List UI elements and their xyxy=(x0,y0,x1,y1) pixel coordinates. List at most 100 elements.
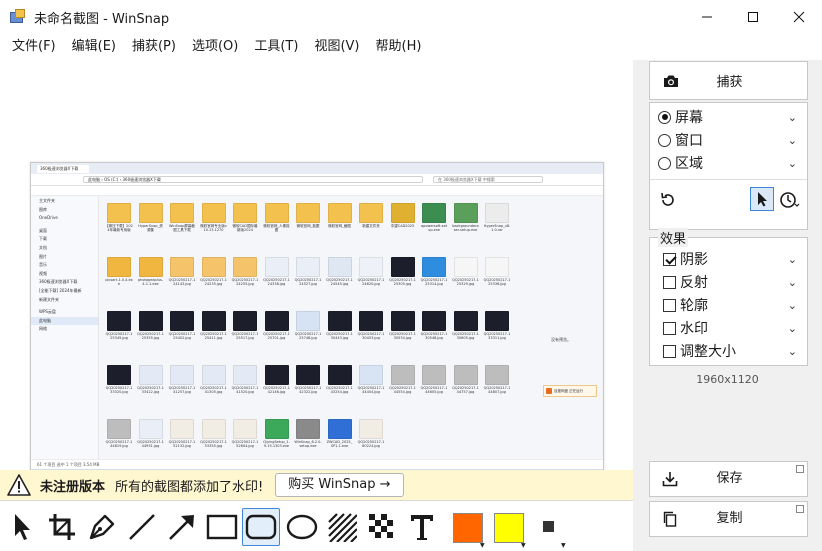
menu-tools[interactable]: 工具(T) xyxy=(246,34,306,60)
effect-resize[interactable]: 调整大小 xyxy=(663,340,736,362)
preview-file-thumbnail xyxy=(390,365,415,385)
mode-region[interactable]: 区域 xyxy=(658,152,703,174)
copy-options-toggle[interactable] xyxy=(796,505,804,513)
preview-file-thumbnail xyxy=(359,311,383,331)
rectangle-tool-button[interactable] xyxy=(203,508,241,546)
preview-file-name: QQ20250217-141257.jpg xyxy=(168,386,196,394)
pointer-tool-button[interactable] xyxy=(3,508,41,546)
pen-icon xyxy=(89,514,115,540)
effect-shadow-checkbox[interactable] xyxy=(663,252,676,266)
menu-options[interactable]: 选项(O) xyxy=(184,34,246,60)
rounded-rectangle-tool-button[interactable] xyxy=(242,508,280,546)
arrow-tool-button[interactable] xyxy=(163,508,201,546)
chevron-down-icon[interactable]: ⌄ xyxy=(788,276,797,289)
chevron-down-icon[interactable]: ⌄ xyxy=(788,111,797,124)
chevron-down-icon[interactable]: ⌄ xyxy=(788,299,797,312)
effect-reflection[interactable]: 反射 xyxy=(663,271,708,293)
preview-file-name: 新建文件夹 xyxy=(362,224,380,228)
preview-file-thumbnail xyxy=(264,311,289,331)
menu-help[interactable]: 帮助(H) xyxy=(368,34,430,60)
secondary-color-swatch[interactable] xyxy=(494,513,524,543)
menu-edit[interactable]: 编辑(E) xyxy=(64,34,124,60)
preview-sidebar-item: 360极速浏览器X下载 xyxy=(39,279,78,285)
preview-file-item: QQ20250217-144757.jpg xyxy=(452,365,480,398)
mode-window-radio[interactable] xyxy=(658,133,671,147)
menu-view[interactable]: 视图(V) xyxy=(306,34,367,60)
text-tool-button[interactable] xyxy=(403,508,441,546)
right-panel: 捕获 屏幕 ⌄ 窗口 ⌄ 区域 ⌄ 阴影 ⌄ 反射 ⌄ 轮廓 ⌄ 水印 ⌄ 调整… xyxy=(633,60,822,551)
line-width-dropdown-icon[interactable]: ▼ xyxy=(561,542,566,549)
preview-file-name: QQ20250217-144554.jpg xyxy=(389,386,416,394)
effect-shadow[interactable]: 阴影 xyxy=(663,248,708,270)
preview-file-thumbnail xyxy=(170,257,194,277)
chevron-down-icon[interactable]: ⌄ xyxy=(788,253,797,266)
close-button[interactable] xyxy=(776,0,822,34)
preview-file-item: QQ20250217-125748.jpg xyxy=(294,311,322,344)
preview-file-thumbnail xyxy=(138,311,163,331)
preview-file-name: QQ20250217-125345.jpg xyxy=(105,332,133,340)
preview-file-thumbnail xyxy=(359,365,383,385)
preview-file-name: QQ20250217-124143.jpg xyxy=(168,278,196,286)
preview-file-item: WinSnap屏幕截图工具下载 xyxy=(168,203,196,236)
mode-region-radio[interactable] xyxy=(658,156,671,170)
effect-outline-checkbox[interactable] xyxy=(663,298,676,312)
preview-file-item: HyperSnap_v8.1.0.rar xyxy=(483,203,511,236)
preview-file-thumbnail xyxy=(138,203,163,223)
unregistered-notice-bar: 未注册版本 所有的截图都添加了水印! 购买 WinSnap → xyxy=(0,470,633,500)
preview-file-item: QQ20250217-124620.jpg xyxy=(357,257,385,290)
chevron-down-icon[interactable]: ⌄ xyxy=(788,134,797,147)
preview-file-name: QQ20250217-144931.jpg xyxy=(137,440,164,448)
preview-file-item: QQ20250217-144605.jpg xyxy=(420,365,448,398)
primary-color-swatch[interactable] xyxy=(453,513,483,543)
line-width-button[interactable] xyxy=(530,508,568,546)
divider xyxy=(650,179,807,180)
preview-file-name: QQ20250217-160224.jpg xyxy=(357,440,385,448)
preview-file-thumbnail xyxy=(201,257,226,277)
hatch-tool-button[interactable] xyxy=(323,508,361,546)
preview-file-item: QQ20250217-130605.jpg xyxy=(452,311,480,344)
repeat-capture-icon[interactable] xyxy=(660,192,676,208)
menu-file[interactable]: 文件(F) xyxy=(4,34,64,60)
chevron-down-icon[interactable]: ⌄ xyxy=(788,157,797,170)
save-options-toggle[interactable] xyxy=(796,465,804,473)
copy-button[interactable]: 复制 xyxy=(649,501,808,537)
chevron-down-icon[interactable]: ⌄ xyxy=(788,345,797,358)
crop-tool-button[interactable] xyxy=(43,508,81,546)
minimize-button[interactable] xyxy=(684,0,730,34)
preview-file-name: QQ20250217-125748.jpg xyxy=(294,332,322,340)
preview-file-name: QQ20250217-141305.jpg xyxy=(200,386,227,394)
preview-file-item: QQ20250217-160224.jpg xyxy=(357,419,385,452)
save-button[interactable]: 保存 xyxy=(649,461,808,497)
mode-screen-radio[interactable] xyxy=(658,110,671,124)
effect-outline[interactable]: 轮廓 xyxy=(663,294,708,316)
chevron-down-icon[interactable]: ⌄ xyxy=(788,322,797,335)
ellipse-tool-button[interactable] xyxy=(283,508,321,546)
notice-title: 未注册版本 xyxy=(40,479,106,495)
preview-sidebar-item: 音乐 xyxy=(39,262,47,268)
effect-reflection-checkbox[interactable] xyxy=(663,275,676,289)
preview-file-name: QQ20250217-125336.jpg xyxy=(483,278,511,286)
capture-canvas[interactable]: 360极速浏览器X下载 此电脑 › OS (C:) › 360极速浏览器X下载 … xyxy=(0,60,633,486)
preview-file-thumbnail xyxy=(422,257,446,277)
secondary-color-dropdown-icon[interactable]: ▼ xyxy=(521,542,526,549)
timer-icon[interactable] xyxy=(780,191,800,209)
buy-winsnap-button[interactable]: 购买 WinSnap → xyxy=(275,473,404,497)
primary-color-dropdown-icon[interactable]: ▼ xyxy=(480,542,485,549)
winsnap-app-icon[interactable] xyxy=(10,9,26,25)
captured-screenshot[interactable]: 360极速浏览器X下载 此电脑 › OS (C:) › 360极速浏览器X下载 … xyxy=(30,162,604,486)
mode-screen[interactable]: 屏幕 xyxy=(658,106,703,128)
effect-watermark[interactable]: 水印 xyxy=(663,317,708,339)
pen-tool-button[interactable] xyxy=(83,508,121,546)
preview-file-thumbnail xyxy=(390,257,415,277)
menu-capture[interactable]: 捕获(P) xyxy=(124,34,184,60)
preview-file-thumbnail xyxy=(107,365,131,385)
pixelate-tool-button[interactable] xyxy=(363,508,401,546)
preview-file-item: QQ20250217-130443.jpg xyxy=(326,311,354,344)
mode-window[interactable]: 窗口 xyxy=(658,129,703,151)
maximize-button[interactable] xyxy=(730,0,776,34)
cursor-toggle-button[interactable] xyxy=(750,187,774,211)
effect-resize-checkbox[interactable] xyxy=(663,344,676,358)
capture-button[interactable]: 捕获 xyxy=(649,61,808,100)
line-tool-button[interactable] xyxy=(123,508,161,546)
effect-watermark-checkbox[interactable] xyxy=(663,321,676,335)
